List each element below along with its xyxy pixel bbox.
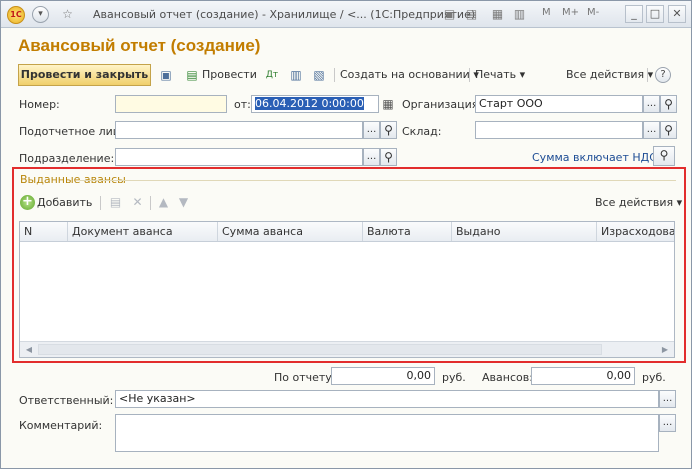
warehouse-select-button[interactable]: ... (643, 121, 660, 139)
register-icon[interactable]: ▥ (288, 67, 304, 83)
vat-search-icon[interactable]: ⚲ (653, 146, 675, 166)
create-based-on-label: Создать на основании (340, 68, 470, 81)
advances-total: 0,00 (531, 367, 635, 385)
post-icon[interactable]: ▤ (184, 67, 200, 83)
column-header-spent[interactable]: Израсходовано (597, 222, 674, 241)
calculator-icon[interactable]: ▦ (489, 6, 506, 23)
advances-all-actions-label: Все действия (595, 196, 674, 209)
close-button[interactable]: ✕ (668, 5, 686, 23)
chevron-down-icon: ▾ (647, 68, 654, 81)
chevron-down-icon: ▾ (676, 196, 683, 209)
responsible-select-button[interactable]: ... (659, 390, 676, 408)
create-based-on-button[interactable]: Создать на основании ▾ (340, 67, 479, 83)
save-icon[interactable]: ▣ (158, 67, 174, 83)
delete-icon[interactable]: ✕ (130, 195, 145, 210)
advances-toolbar: + Добавить ▤ ✕ ▲ ▼ Все действия ▾ (20, 193, 682, 213)
date-label: от: (234, 98, 251, 111)
memory-button[interactable]: M (542, 7, 551, 18)
move-up-icon[interactable]: ▲ (156, 195, 171, 210)
column-header-issued[interactable]: Выдано (452, 222, 597, 241)
accountable-select-button[interactable]: ... (363, 121, 380, 139)
advances-all-actions-button[interactable]: Все действия ▾ (595, 195, 682, 211)
document-window: 1С ▾ ☆ Авансовый отчет (создание) - Хран… (0, 0, 692, 469)
scroll-left-icon[interactable]: ◀ (22, 344, 36, 356)
minimize-button[interactable]: _ (625, 5, 643, 23)
organization-label: Организация: (402, 98, 483, 111)
horizontal-scrollbar[interactable]: ◀ ▶ (20, 341, 674, 357)
move-down-icon[interactable]: ▼ (176, 195, 191, 210)
print-label: Печать (475, 68, 517, 81)
warehouse-label: Склад: (402, 125, 442, 138)
by-report-label: По отчету: (274, 371, 336, 384)
scroll-right-icon[interactable]: ▶ (658, 344, 672, 356)
responsible-label: Ответственный: (19, 394, 114, 407)
organization-select-button[interactable]: ... (643, 95, 660, 113)
column-header-document[interactable]: Документ аванса (68, 222, 218, 241)
organization-open-icon[interactable]: ⚲ (660, 95, 677, 113)
column-header-currency[interactable]: Валюта (363, 222, 452, 241)
responsible-field[interactable]: <Не указан> (115, 390, 659, 408)
report-icon[interactable]: ▧ (311, 67, 327, 83)
memory-minus-button[interactable]: M- (587, 7, 599, 18)
page-title: Авансовый отчет (создание) (18, 36, 261, 55)
maximize-button[interactable]: □ (646, 5, 664, 23)
organization-field[interactable]: Старт ООО (475, 95, 643, 113)
department-open-icon[interactable]: ⚲ (380, 148, 397, 166)
advances-total-label: Авансов: (482, 371, 533, 384)
post-button[interactable]: Провести (202, 67, 257, 83)
column-header-amount[interactable]: Сумма аванса (218, 222, 363, 241)
memory-plus-button[interactable]: M+ (562, 7, 579, 18)
1c-logo-icon[interactable]: 1С (7, 6, 25, 24)
number-label: Номер: (19, 98, 60, 111)
currency-label: руб. (642, 371, 666, 384)
department-label: Подразделение: (19, 152, 115, 165)
number-field[interactable] (115, 95, 227, 113)
currency-label: руб. (442, 371, 466, 384)
dt-kt-icon[interactable]: Дт (264, 67, 280, 83)
title-bar: 1С ▾ ☆ Авансовый отчет (создание) - Хран… (1, 1, 691, 28)
star-icon[interactable]: ☆ (59, 6, 76, 23)
date-value: 06.04.2012 0:00:00 (255, 97, 364, 110)
comment-select-button[interactable]: ... (659, 414, 676, 432)
all-actions-label: Все действия (566, 68, 645, 81)
comment-field[interactable] (115, 414, 659, 452)
add-icon[interactable]: + (20, 195, 35, 210)
advances-table[interactable]: N Документ аванса Сумма аванса Валюта Вы… (19, 221, 675, 358)
chevron-down-icon: ▾ (519, 68, 526, 81)
command-bar: Провести и закрыть ▣ ▤ Провести Дт ▥ ▧ С… (18, 64, 676, 86)
add-button[interactable]: Добавить (37, 195, 92, 211)
calendar-icon[interactable]: ▥ (511, 6, 528, 23)
table-header: N Документ аванса Сумма аванса Валюта Вы… (20, 222, 674, 242)
save-icon[interactable]: ▣ (441, 6, 458, 23)
accountable-open-icon[interactable]: ⚲ (380, 121, 397, 139)
scrollbar-thumb[interactable] (38, 344, 602, 355)
date-field[interactable]: 06.04.2012 0:00:00 (251, 95, 379, 113)
warehouse-open-icon[interactable]: ⚲ (660, 121, 677, 139)
accountable-label: Подотчетное лицо: (19, 125, 131, 138)
window-title: Авансовый отчет (создание) - Хранилище /… (93, 8, 476, 21)
print-button[interactable]: Печать ▾ (475, 67, 525, 83)
comment-label: Комментарий: (19, 419, 103, 432)
by-report-total: 0,00 (331, 367, 435, 385)
all-actions-button[interactable]: Все действия ▾ (566, 67, 653, 83)
window-menu-icon[interactable]: ▾ (32, 6, 49, 23)
department-field[interactable] (115, 148, 363, 166)
department-select-button[interactable]: ... (363, 148, 380, 166)
column-header-n[interactable]: N (20, 222, 68, 241)
advances-group: Выданные авансы + Добавить ▤ ✕ ▲ ▼ Все д… (12, 167, 686, 363)
help-icon[interactable]: ? (655, 67, 671, 83)
copy-icon[interactable]: ▤ (108, 195, 123, 210)
post-and-close-button[interactable]: Провести и закрыть (18, 64, 151, 86)
vat-link[interactable]: Сумма включает НДС (532, 151, 657, 164)
warehouse-field[interactable] (475, 121, 643, 139)
calendar-icon[interactable]: ▦ (380, 96, 396, 112)
accountable-field[interactable] (115, 121, 363, 139)
print-icon[interactable]: ▤ (463, 6, 480, 23)
